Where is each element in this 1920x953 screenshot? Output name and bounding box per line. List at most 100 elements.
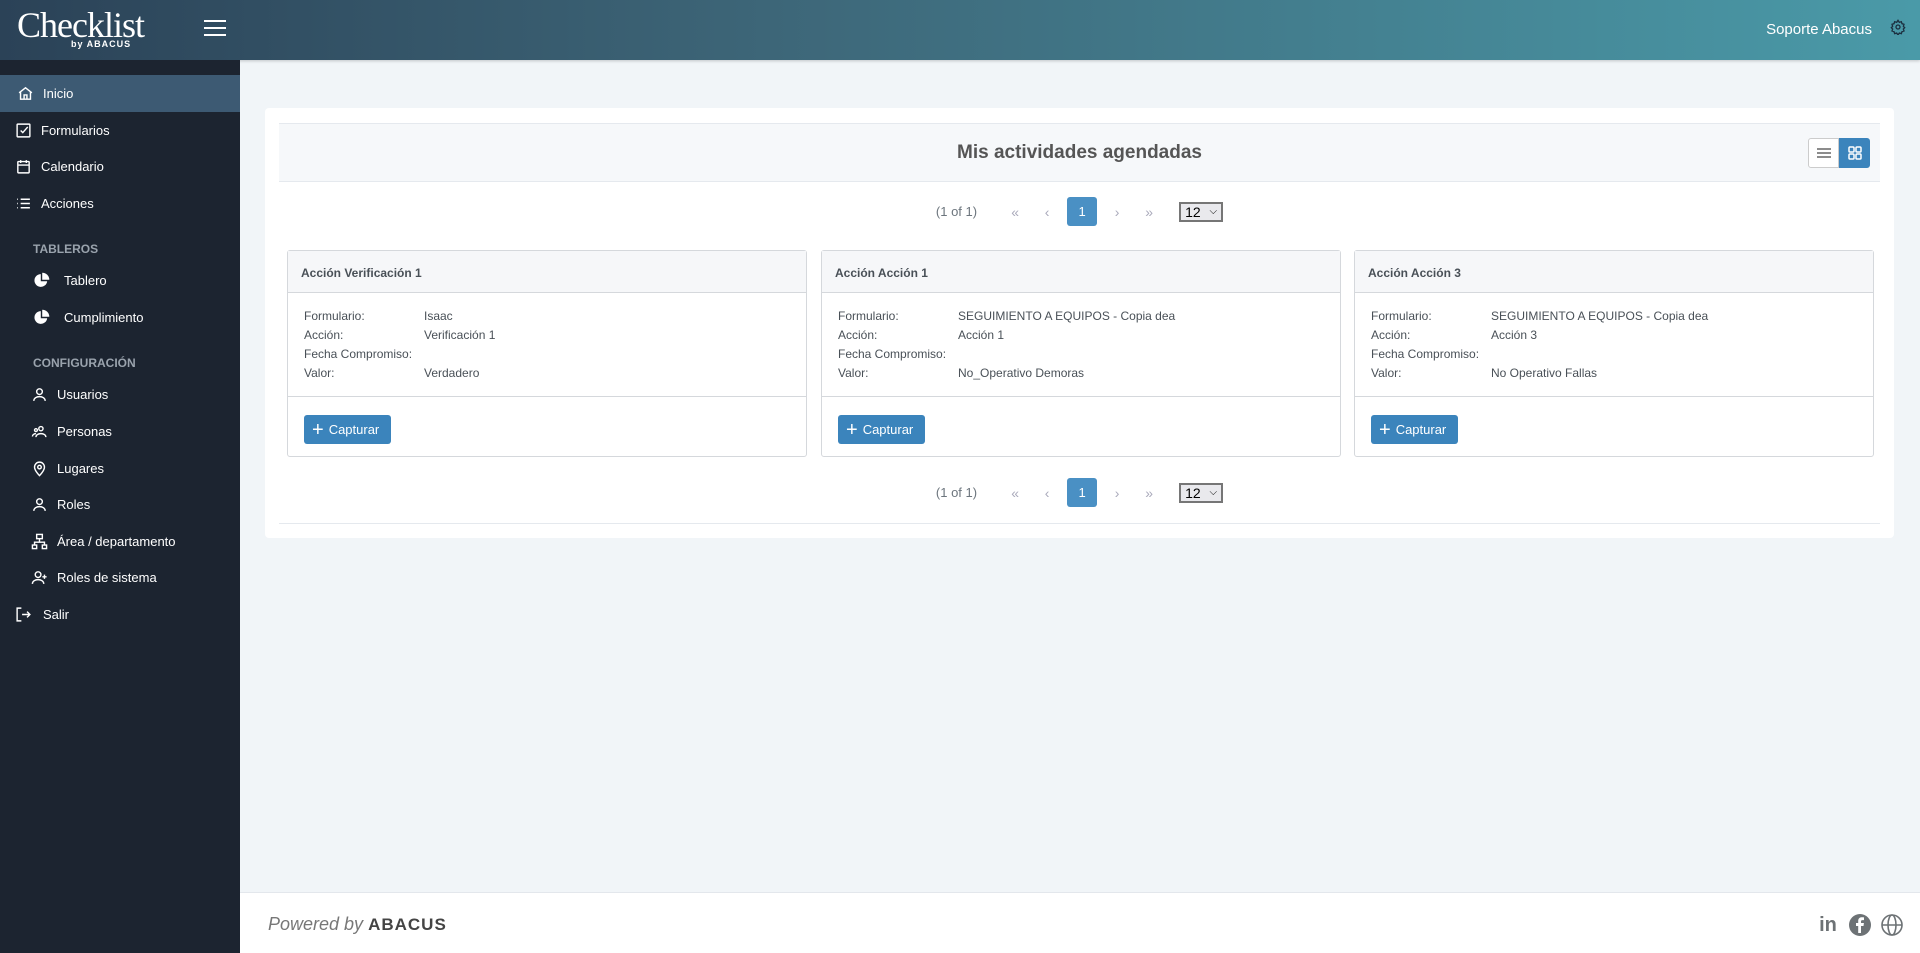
sidebar-item-roles-sistema[interactable]: Roles de sistema: [0, 559, 240, 596]
rows-per-page-value: 12: [1185, 203, 1201, 220]
field-label: Valor:: [304, 366, 335, 380]
user-icon: [33, 388, 46, 401]
facebook-icon[interactable]: [1848, 913, 1872, 937]
sidebar-item-salir[interactable]: Salir: [0, 596, 240, 633]
sidebar-item-label: Calendario: [41, 159, 104, 174]
sidebar-item-acciones[interactable]: Acciones: [0, 185, 240, 222]
field-label: Formulario:: [838, 309, 899, 323]
sidebar-item-formularios[interactable]: Formularios: [0, 112, 240, 149]
gear-icon[interactable]: [1890, 19, 1906, 35]
first-page-button[interactable]: «: [999, 204, 1031, 220]
sidebar-item-area[interactable]: Área / departamento: [0, 523, 240, 560]
capture-label: Capturar: [328, 422, 380, 437]
capture-button[interactable]: + Capturar: [304, 415, 392, 444]
sidebar-item-label: Acciones: [41, 196, 94, 211]
sidebar-item-cumplimiento[interactable]: Cumplimiento: [0, 299, 240, 336]
user-icon: [33, 498, 46, 511]
card-title: Acción Acción 3: [1355, 251, 1873, 293]
rows-per-page-select[interactable]: 12 ⌵: [1179, 482, 1224, 503]
powered-by-logo: Powered by ABACUS: [268, 914, 447, 935]
activity-card: Acción Verificación 1 Formulario: Isaac A…: [287, 250, 807, 457]
pie-chart-icon: [34, 272, 50, 287]
capture-label: Capturar: [1395, 422, 1447, 437]
field-value: Acción 1: [958, 328, 1005, 342]
sidebar-item-label: Inicio: [43, 86, 74, 101]
sidebar-item-label: Usuarios: [57, 387, 109, 402]
field-value: Isaac: [424, 309, 453, 323]
page-info: (1 of 1): [935, 485, 978, 500]
capture-button[interactable]: + Capturar: [838, 415, 926, 444]
linkedin-icon[interactable]: in: [1816, 913, 1840, 937]
list-view-button[interactable]: [1808, 138, 1839, 168]
field-value: No Operativo Fallas: [1491, 366, 1598, 380]
field-label: Formulario:: [1371, 309, 1432, 323]
first-page-button[interactable]: «: [999, 485, 1031, 501]
logo-subtext: by ABACUS: [71, 39, 132, 49]
grid-view-button[interactable]: [1839, 138, 1870, 168]
menu-toggle-icon[interactable]: [204, 20, 226, 38]
field-value: Verdadero: [424, 366, 480, 380]
field-label: Fecha Compromiso:: [838, 347, 947, 361]
last-page-button[interactable]: »: [1133, 204, 1165, 220]
field-value: Verificación 1: [424, 328, 496, 342]
sidebar-item-label: Cumplimiento: [64, 310, 144, 325]
field-label: Fecha Compromiso:: [1371, 347, 1480, 361]
field-value: SEGUIMIENTO A EQUIPOS - Copia dea: [1491, 309, 1709, 323]
app-logo[interactable]: Checklist by ABACUS: [17, 4, 145, 49]
section-configuracion: CONFIGURACIÓN: [33, 356, 136, 370]
next-page-button[interactable]: ›: [1101, 485, 1133, 501]
user-name[interactable]: Soporte Abacus: [1766, 21, 1872, 38]
checkbox-icon: [16, 123, 31, 138]
divider: [279, 523, 1880, 524]
plus-icon: +: [846, 418, 858, 441]
current-page-button[interactable]: 1: [1067, 478, 1098, 507]
page-info: (1 of 1): [935, 204, 978, 219]
brand-text: ABACUS: [368, 915, 447, 934]
activities-panel: Mis actividades agendadas (1 of 1) « ‹ 1…: [265, 108, 1894, 538]
sidebar-item-usuarios[interactable]: Usuarios: [0, 376, 240, 413]
field-label: Valor:: [1371, 366, 1402, 380]
pie-chart-icon: [34, 309, 50, 324]
sidebar-item-label: Área / departamento: [57, 534, 176, 549]
next-page-button[interactable]: ›: [1101, 204, 1133, 220]
pagination-bottom: (1 of 1) « ‹ 1 › » 12 ⌵: [265, 478, 1894, 507]
powered-text: Powered by: [268, 914, 364, 934]
calendar-icon: [17, 160, 30, 174]
rows-per-page-value: 12: [1185, 484, 1201, 501]
sidebar: Inicio Formularios Calendario Acciones T…: [0, 60, 240, 953]
sidebar-item-calendario[interactable]: Calendario: [0, 148, 240, 185]
sidebar-item-label: Tablero: [64, 273, 107, 288]
capture-button[interactable]: + Capturar: [1371, 415, 1459, 444]
last-page-button[interactable]: »: [1133, 485, 1165, 501]
current-page-button[interactable]: 1: [1067, 197, 1098, 226]
home-icon: [18, 86, 33, 100]
sidebar-item-label: Formularios: [41, 123, 110, 138]
sidebar-item-lugares[interactable]: Lugares: [0, 450, 240, 487]
card-title: Acción Verificación 1: [288, 251, 806, 293]
sidebar-item-label: Roles de sistema: [57, 570, 157, 585]
sidebar-item-personas[interactable]: Personas: [0, 413, 240, 450]
org-chart-icon: [31, 533, 48, 550]
grid-icon: [1847, 146, 1862, 160]
plus-icon: +: [312, 418, 324, 441]
prev-page-button[interactable]: ‹: [1031, 485, 1063, 501]
sidebar-item-label: Lugares: [57, 461, 104, 476]
field-value: Acción 3: [1491, 328, 1538, 342]
rows-per-page-select[interactable]: 12 ⌵: [1179, 201, 1224, 222]
field-label: Acción:: [1371, 328, 1411, 342]
sidebar-item-roles[interactable]: Roles: [0, 486, 240, 523]
field-label: Acción:: [304, 328, 344, 342]
users-icon: [31, 425, 47, 438]
pagination-top: (1 of 1) « ‹ 1 › » 12 ⌵: [265, 197, 1894, 226]
field-label: Fecha Compromiso:: [304, 347, 413, 361]
globe-icon[interactable]: [1880, 913, 1904, 937]
map-pin-icon: [33, 461, 46, 477]
prev-page-button[interactable]: ‹: [1031, 204, 1063, 220]
sidebar-item-inicio[interactable]: Inicio: [0, 75, 240, 112]
page-title: Mis actividades agendadas: [957, 142, 1202, 163]
field-label: Valor:: [838, 366, 869, 380]
sidebar-item-tablero[interactable]: Tablero: [0, 262, 240, 299]
sidebar-item-label: Salir: [43, 607, 70, 622]
activity-card: Acción Acción 1 Formulario: SEGUIMIENTO A…: [821, 250, 1341, 457]
section-tableros: TABLEROS: [33, 242, 99, 256]
